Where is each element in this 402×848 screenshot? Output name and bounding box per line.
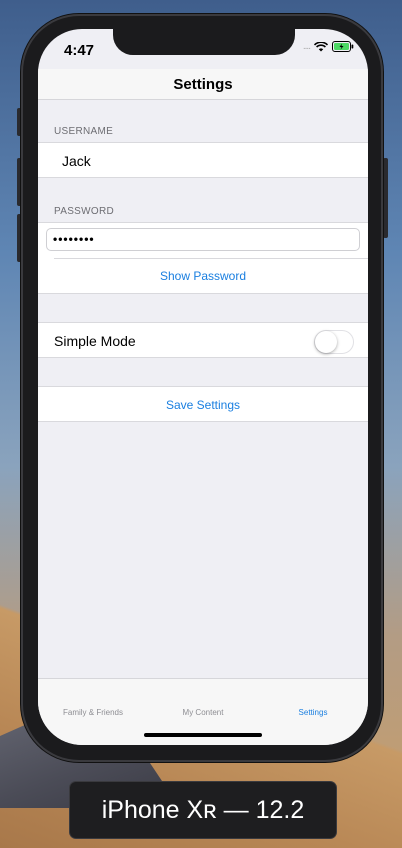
tab-bar: Family & Friends My Content Settings — [38, 678, 368, 745]
tab-settings[interactable]: Settings — [258, 708, 368, 717]
simple-mode-label: Simple Mode — [54, 333, 136, 349]
username-cell[interactable]: Jack — [38, 142, 368, 178]
power-button — [383, 158, 388, 238]
navigation-bar: Settings — [38, 69, 368, 100]
simple-mode-cell: Simple Mode — [38, 322, 368, 358]
password-header: PASSWORD — [54, 206, 114, 217]
username-header: USERNAME — [54, 126, 114, 137]
toggle-knob — [315, 331, 337, 353]
password-cell: •••••••• Show Password — [38, 222, 368, 294]
page-title: Settings — [173, 75, 233, 93]
simple-mode-toggle[interactable] — [314, 330, 354, 354]
tab-family-friends[interactable]: Family & Friends — [38, 708, 148, 717]
app-screen: 4:47 .... Settings USERNAME Jack PASSWOR… — [38, 29, 368, 745]
tab-my-content[interactable]: My Content — [148, 708, 258, 717]
wifi-icon — [314, 41, 328, 52]
battery-charging-icon — [332, 41, 354, 52]
notch — [113, 29, 295, 55]
simulator-device-label: iPhone Xʀ — 12.2 — [70, 782, 336, 838]
password-field[interactable]: •••••••• — [46, 228, 360, 251]
status-time: 4:47 — [64, 42, 95, 59]
password-value: •••••••• — [53, 232, 95, 246]
show-password-button[interactable]: Show Password — [38, 269, 368, 283]
save-settings-button[interactable]: Save Settings — [38, 398, 368, 412]
signal-dots-icon: .... — [302, 41, 311, 52]
username-value[interactable]: Jack — [62, 153, 91, 169]
home-indicator[interactable] — [144, 733, 262, 737]
cell-divider — [54, 258, 368, 259]
save-settings-cell[interactable]: Save Settings — [38, 386, 368, 422]
status-icons: .... — [303, 41, 354, 52]
